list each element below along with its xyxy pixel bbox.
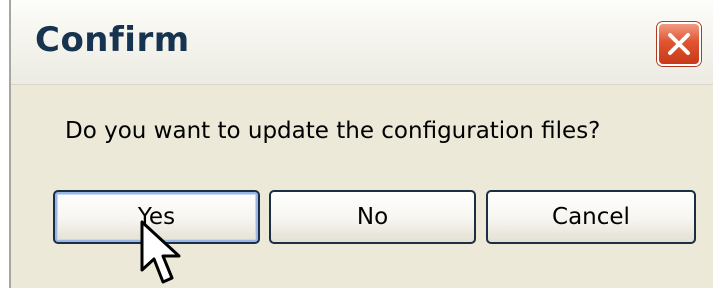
no-button-label: No bbox=[356, 204, 389, 230]
confirm-dialog: Confirm Do you want to update the config… bbox=[9, 0, 713, 288]
title-bar[interactable]: Confirm bbox=[11, 0, 713, 85]
cancel-button-label: Cancel bbox=[552, 204, 630, 230]
cancel-button[interactable]: Cancel bbox=[486, 190, 696, 244]
close-button[interactable] bbox=[657, 22, 701, 66]
close-icon bbox=[668, 33, 690, 55]
mouse-pointer-icon bbox=[140, 220, 181, 284]
dialog-message: Do you want to update the configuration … bbox=[65, 118, 601, 144]
dialog-title: Confirm bbox=[35, 20, 190, 60]
no-button[interactable]: No bbox=[269, 190, 476, 244]
